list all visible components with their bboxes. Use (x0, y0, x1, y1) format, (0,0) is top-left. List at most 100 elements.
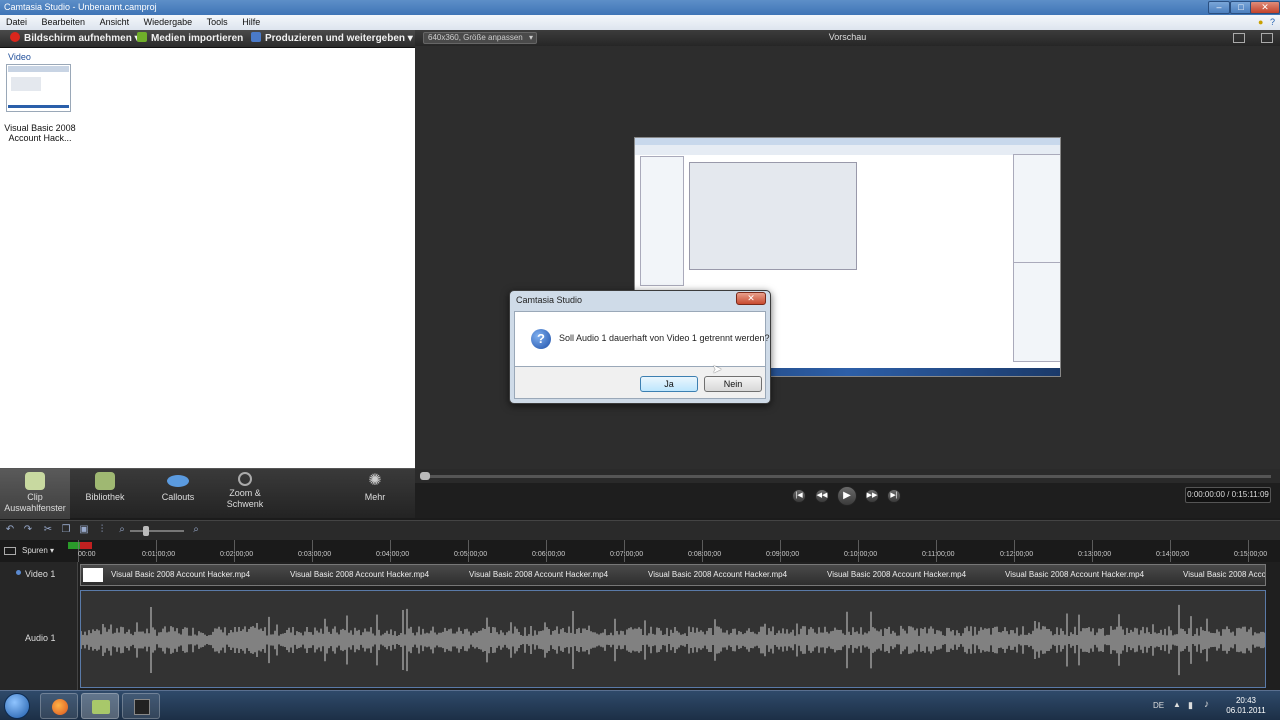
split-icon[interactable]: ⫶ (96, 524, 108, 536)
audio-track: Audio 1 (0, 588, 1280, 690)
copy-icon[interactable]: ❐ (60, 524, 72, 536)
clip-bin-icon (25, 472, 45, 490)
dialog-title: Camtasia Studio (516, 295, 583, 305)
audio-clip[interactable] (80, 590, 1266, 688)
playback-scrubber[interactable] (415, 469, 1280, 483)
playback-controls: |◀ ◀◀ ▶ ▶▶ ▶| 0:00:00:00 / 0:15:11:09 (415, 483, 1280, 518)
menu-datei[interactable]: Datei (0, 15, 33, 30)
tray-expand-icon[interactable]: ▲ (1173, 700, 1181, 709)
film-icon (251, 32, 261, 42)
maximize-button[interactable]: □ (1230, 1, 1252, 14)
fast-forward-icon[interactable]: ▶▶ (865, 489, 879, 503)
play-button[interactable]: ▶ (837, 486, 857, 506)
clip-label: Visual Basic 2008 Account Hacker.mp4 (648, 570, 788, 579)
video-clip[interactable]: Visual Basic 2008 Account Hacker.mp4 Vis… (80, 564, 1266, 586)
dialog-close-button[interactable]: ✕ (736, 292, 766, 305)
audio-waveform (81, 604, 1265, 676)
clip-label: Visual Basic 2008 Account Hacker.mp4 (827, 570, 967, 579)
minimize-button[interactable]: – (1208, 1, 1230, 14)
zoom-slider[interactable] (130, 530, 184, 532)
clip-thumbnail-label: Visual Basic 2008 Account Hack... (4, 123, 76, 143)
tracks-label: Spuren (22, 546, 48, 555)
preview-title: Vorschau (828, 32, 867, 42)
question-icon: ? (531, 329, 551, 349)
clip-bin-toolbar: Bildschirm aufnehmen ▾ Medien importiere… (0, 30, 415, 48)
network-icon[interactable]: ▮ (1188, 700, 1193, 711)
tab-more-label: Mehr (364, 492, 386, 502)
preview-toolbar: 640x360, Größe anpassen ▾ Vorschau (415, 30, 1280, 46)
scrubber-track[interactable] (423, 475, 1271, 478)
dialog-body: ? Soll Audio 1 dauerhaft von Video 1 get… (514, 311, 770, 367)
menu-bearbeiten[interactable]: Bearbeiten (36, 15, 92, 30)
zoom-slider-handle[interactable] (143, 526, 149, 536)
firefox-taskbar-icon[interactable] (40, 693, 78, 719)
tab-more[interactable]: ✺ Mehr (340, 469, 410, 519)
task-tabs: Clip Auswahlfenster Bibliothek Callouts … (0, 468, 415, 519)
no-button[interactable]: Nein (704, 376, 762, 392)
help-icon[interactable]: ? (1264, 15, 1280, 30)
import-media-button[interactable]: Medien importieren (137, 32, 243, 46)
produce-share-button[interactable]: Produzieren und weitergeben ▾ (251, 32, 413, 46)
volume-icon[interactable]: ♪ (1204, 699, 1209, 710)
ruler-label: 0:14:00;00 (1156, 551, 1190, 558)
yes-button[interactable]: Ja (640, 376, 698, 392)
ruler-label: 0:15:00;00 (1234, 551, 1268, 558)
detach-preview-icon[interactable] (1261, 33, 1273, 43)
window-titlebar: Camtasia Studio - Unbenannt.camproj – □ … (0, 0, 1280, 15)
zoom-icon (238, 472, 252, 486)
tab-library[interactable]: Bibliothek (70, 469, 140, 519)
dialog-message: Soll Audio 1 dauerhaft von Video 1 getre… (559, 333, 770, 343)
tab-callouts[interactable]: Callouts (143, 469, 213, 519)
redo-icon[interactable]: ↷ (22, 524, 34, 536)
menu-tools[interactable]: Tools (201, 15, 234, 30)
ruler-label: 0:05:00;00 (454, 551, 488, 558)
fullscreen-icon[interactable] (1233, 33, 1245, 43)
audio-track-header[interactable]: Audio 1 (0, 588, 78, 690)
tab-zoom-pan[interactable]: Zoom & Schwenk (210, 469, 280, 519)
recorder-taskbar-icon[interactable] (122, 693, 160, 719)
skip-start-icon[interactable]: |◀ (792, 489, 806, 503)
zoom-in-icon[interactable]: ⌕ (190, 524, 202, 536)
paste-icon[interactable]: ▣ (78, 524, 90, 536)
clock-date: 06.01.2011 (1226, 706, 1266, 715)
language-indicator[interactable]: DE (1153, 701, 1164, 710)
record-label: Bildschirm aufnehmen (24, 33, 132, 44)
clip-thumbnail-frame (83, 568, 103, 582)
menu-wiedergabe[interactable]: Wiedergabe (138, 15, 199, 30)
close-button[interactable]: ✕ (1250, 1, 1280, 14)
tray-clock[interactable]: 20:43 06.01.2011 (1222, 696, 1270, 716)
camtasia-taskbar-icon[interactable] (81, 693, 119, 719)
scrubber-handle[interactable] (420, 472, 430, 480)
cut-icon[interactable]: ✂ (42, 524, 54, 536)
ruler-label: 0:03:00;00 (298, 551, 332, 558)
folder-icon (137, 32, 147, 42)
tab-library-label: Bibliothek (85, 492, 125, 502)
menu-ansicht[interactable]: Ansicht (94, 15, 136, 30)
audio-track-label: Audio 1 (25, 633, 56, 643)
record-screen-button[interactable]: Bildschirm aufnehmen ▾ (10, 32, 140, 46)
tracks-menu[interactable]: Spuren ▾ (22, 546, 54, 555)
menu-hilfe[interactable]: Hilfe (236, 15, 266, 30)
clip-label: Visual Basic 2008 Account Hacker.mp4 (1005, 570, 1145, 579)
library-icon (95, 472, 115, 490)
mouse-cursor-icon: ➤ (712, 362, 723, 376)
clip-label: Visual Basic 2008 Account Hacker.mp4 (469, 570, 609, 579)
tab-callouts-label: Callouts (161, 492, 195, 502)
start-button[interactable] (4, 693, 30, 719)
rewind-icon[interactable]: ◀◀ (815, 489, 829, 503)
zoom-out-icon[interactable]: ⌕ (116, 524, 128, 536)
tab-clip-bin[interactable]: Clip Auswahlfenster (0, 469, 70, 519)
confirm-dialog: Camtasia Studio ✕ ? Soll Audio 1 dauerha… (509, 290, 771, 404)
timeline-ruler[interactable]: Spuren ▾ 00:00 0:01:00;00 0:02:00;00 0:0… (0, 540, 1280, 562)
video-track-label: Video 1 (25, 569, 56, 579)
import-label: Medien importieren (151, 33, 244, 44)
tab-zoom-pan-label: Zoom & Schwenk (226, 488, 264, 509)
clip-thumbnail[interactable] (6, 64, 71, 112)
clip-label: Visual Basic 2008 Account Hacker.mp4 (111, 570, 251, 579)
video-track-header[interactable]: Video 1 (0, 562, 78, 588)
dialog-footer: Ja Nein (514, 367, 766, 399)
ruler-label: 0:01:00;00 (142, 551, 176, 558)
undo-icon[interactable]: ↶ (4, 524, 16, 536)
skip-end-icon[interactable]: ▶| (887, 489, 901, 503)
clip-bin: Video Visual Basic 2008 Account Hack... (0, 48, 415, 468)
